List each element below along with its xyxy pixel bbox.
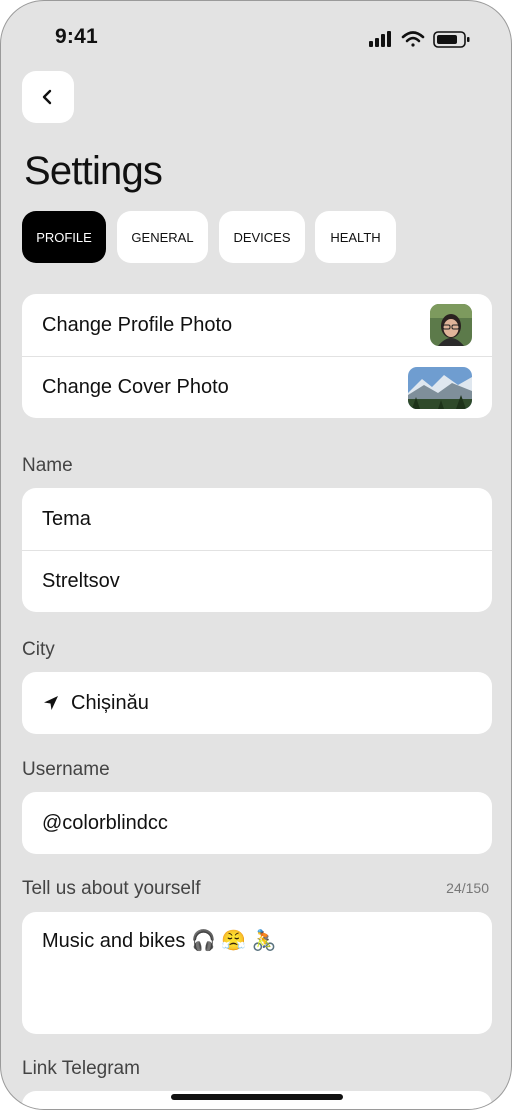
tab-general[interactable]: GENERAL bbox=[117, 211, 208, 263]
name-section-label: Name bbox=[22, 455, 73, 476]
phone-frame: 9:41 Settings PROFILE GENERAL DEVICES HE… bbox=[0, 0, 512, 1110]
photos-card: Change Profile Photo Change Cover Photo bbox=[22, 294, 492, 418]
tab-health[interactable]: HEALTH bbox=[315, 211, 396, 263]
username-section-label: Username bbox=[22, 759, 110, 780]
bio-section-label: Tell us about yourself bbox=[22, 878, 201, 899]
city-card: Chișinău bbox=[22, 672, 492, 734]
back-button[interactable] bbox=[22, 71, 74, 123]
status-time: 9:41 bbox=[55, 25, 98, 48]
city-section-label: City bbox=[22, 639, 55, 660]
username-field[interactable]: @colorblindcc bbox=[22, 792, 492, 854]
username-value: @colorblindcc bbox=[42, 811, 168, 834]
first-name-field[interactable]: Tema bbox=[22, 488, 492, 550]
profile-photo-thumbnail bbox=[430, 304, 472, 346]
bio-value: Music and bikes 🎧 😤 🚴 bbox=[42, 930, 277, 952]
page-title: Settings bbox=[24, 149, 163, 193]
battery-icon bbox=[433, 31, 470, 48]
signal-icon bbox=[369, 31, 391, 47]
change-profile-photo-label: Change Profile Photo bbox=[42, 313, 233, 336]
change-profile-photo-row[interactable]: Change Profile Photo bbox=[22, 294, 492, 356]
chevron-left-icon bbox=[42, 89, 52, 105]
bio-character-counter: 24/150 bbox=[446, 880, 489, 896]
last-name-value: Streltsov bbox=[42, 570, 120, 592]
wifi-icon bbox=[401, 31, 425, 47]
city-value: Chișinău bbox=[71, 691, 149, 714]
tab-devices[interactable]: DEVICES bbox=[219, 211, 305, 263]
tab-profile[interactable]: PROFILE bbox=[22, 211, 106, 263]
bio-textarea[interactable]: Music and bikes 🎧 😤 🚴 bbox=[22, 912, 492, 1034]
change-cover-photo-row[interactable]: Change Cover Photo bbox=[22, 356, 492, 418]
status-icons bbox=[369, 31, 470, 48]
change-cover-photo-label: Change Cover Photo bbox=[42, 376, 229, 398]
last-name-field[interactable]: Streltsov bbox=[22, 550, 492, 612]
first-name-value: Tema bbox=[42, 507, 91, 530]
location-arrow-icon bbox=[44, 696, 58, 710]
name-card: Tema Streltsov bbox=[22, 488, 492, 612]
home-indicator bbox=[171, 1094, 343, 1100]
cover-photo-thumbnail bbox=[408, 367, 472, 409]
telegram-section-label: Link Telegram bbox=[22, 1058, 140, 1079]
city-field[interactable]: Chișinău bbox=[22, 672, 492, 734]
username-card: @colorblindcc bbox=[22, 792, 492, 854]
